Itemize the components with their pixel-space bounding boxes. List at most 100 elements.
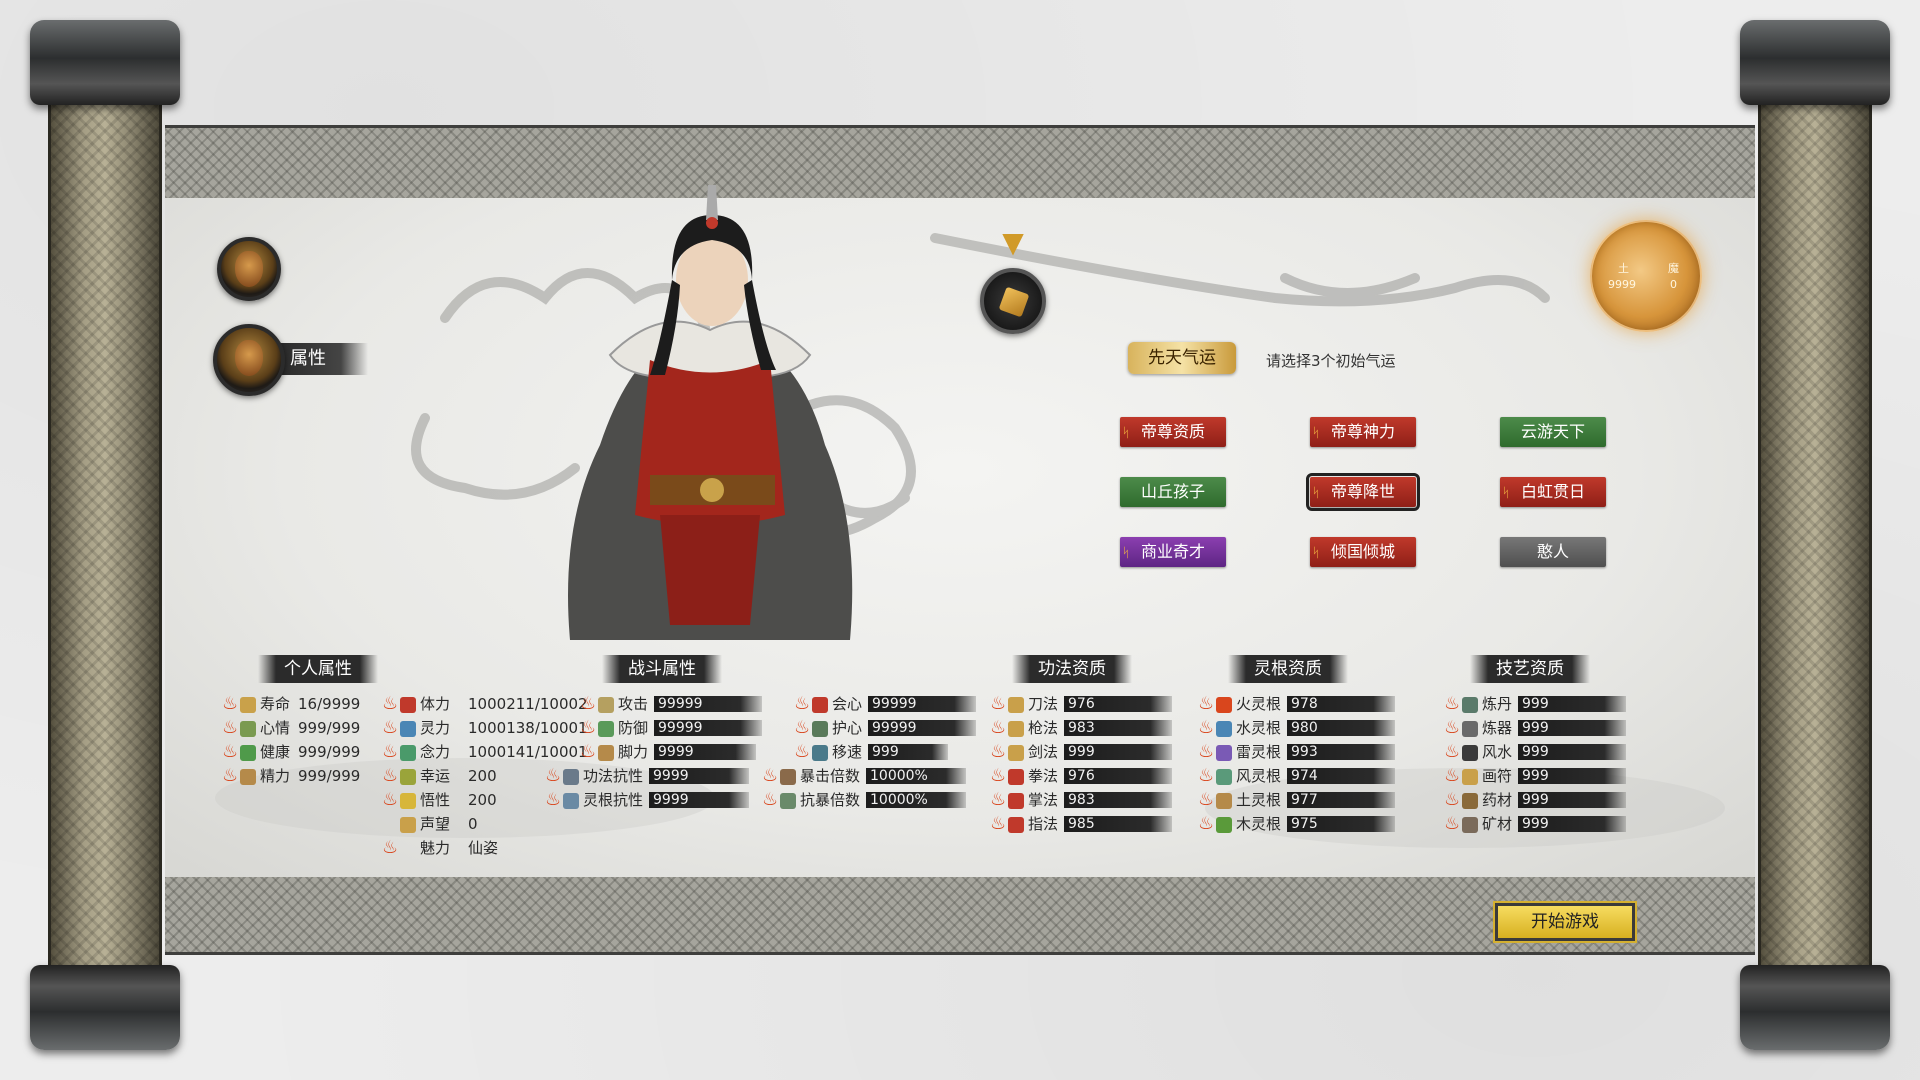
ore-icon bbox=[1462, 816, 1478, 833]
section-title-combat: 战斗属性 bbox=[602, 655, 722, 683]
fire-icon: ♨ bbox=[580, 741, 597, 762]
fire-icon: ♨ bbox=[1444, 717, 1461, 738]
scroll-roller-right bbox=[1740, 20, 1890, 1050]
fire-icon: ♨ bbox=[1198, 789, 1215, 810]
fire-icon: ♨ bbox=[382, 741, 399, 762]
fire-icon: ♨ bbox=[1198, 717, 1215, 738]
spirit-icon bbox=[400, 720, 416, 737]
disc-value-left: 9999 bbox=[1608, 278, 1636, 291]
disc-label-right: 魔 bbox=[1668, 262, 1679, 275]
fortune-option[interactable]: ᛋ 帝尊神力 bbox=[1310, 417, 1416, 447]
cauldron-icon bbox=[1462, 696, 1478, 713]
section-title-skills: 功法资质 bbox=[1012, 655, 1132, 683]
eye-icon bbox=[400, 744, 416, 761]
scroll-roller-left bbox=[30, 20, 180, 1050]
stat-row: ♨ 攻击 99999 bbox=[580, 693, 763, 715]
stat-row: ♨ 精力 999/999 bbox=[222, 765, 361, 786]
fire-icon: ♨ bbox=[222, 693, 239, 714]
fortune-mark-icon: ᛋ bbox=[1312, 486, 1320, 501]
stat-row: ♨ 炼器 999 bbox=[1444, 717, 1627, 739]
fire-icon: ♨ bbox=[990, 717, 1007, 738]
fire-icon: ♨ bbox=[382, 693, 399, 714]
fortune-option[interactable]: ᛋ 帝尊资质 bbox=[1120, 417, 1226, 447]
fire-icon: ♨ bbox=[794, 741, 811, 762]
fire-icon: ♨ bbox=[382, 717, 399, 738]
water-root-icon bbox=[1216, 720, 1232, 737]
fire-icon: ♨ bbox=[222, 741, 239, 762]
fire-icon: ♨ bbox=[990, 813, 1007, 834]
wood-root-icon bbox=[1216, 816, 1232, 833]
fortune-option[interactable]: 山丘孩子 bbox=[1120, 477, 1226, 507]
earth-root-icon bbox=[1216, 792, 1232, 809]
dice-icon bbox=[998, 286, 1030, 318]
sword-icon bbox=[1008, 744, 1024, 761]
stat-row: ♨ 暴击倍数 10000% bbox=[762, 765, 967, 787]
attributes-tab-label: 属性 bbox=[290, 348, 326, 369]
stat-row: ♨ 移速 999 bbox=[794, 741, 949, 763]
fortune-option[interactable]: ᛋ 白虹贯日 bbox=[1500, 477, 1606, 507]
prestige-icon bbox=[400, 816, 416, 833]
shield-icon bbox=[598, 720, 614, 737]
health-icon bbox=[240, 744, 256, 761]
sword-cross-icon bbox=[598, 696, 614, 713]
hammer-icon bbox=[1462, 720, 1478, 737]
random-dice-button[interactable] bbox=[980, 268, 1046, 334]
talisman-icon bbox=[1462, 768, 1478, 785]
heart-icon bbox=[400, 696, 416, 713]
yin-yang-icon bbox=[1462, 744, 1478, 761]
mood-icon bbox=[240, 720, 256, 737]
stat-row: ♨ 灵力 1000138/10001 bbox=[382, 717, 588, 738]
fire-icon: ♨ bbox=[222, 765, 239, 786]
fist-icon bbox=[1008, 768, 1024, 785]
stat-row: ♨ 枪法 983 bbox=[990, 717, 1173, 739]
fire-icon: ♨ bbox=[1444, 813, 1461, 834]
fortune-hint: 请选择3个初始气运 bbox=[1266, 352, 1396, 370]
stat-row: ♨ 水灵根 980 bbox=[1198, 717, 1396, 739]
crit-resist-icon bbox=[780, 792, 796, 809]
attributes-tab[interactable]: 属性 bbox=[278, 343, 368, 375]
lifespan-icon bbox=[240, 696, 256, 713]
chevron-down-icon: ▼ bbox=[1002, 226, 1024, 259]
stat-row: ♨ 风水 999 bbox=[1444, 741, 1627, 763]
fortune-option[interactable]: ᛋ 倾国倾城 bbox=[1310, 537, 1416, 567]
fortune-mark-icon: ᛋ bbox=[1312, 546, 1320, 561]
stat-row: ♨ 健康 999/999 bbox=[222, 741, 361, 762]
section-title-crafts: 技艺资质 bbox=[1470, 655, 1590, 683]
stat-row: ♨ 念力 1000141/10001 bbox=[382, 741, 588, 762]
wind-root-icon bbox=[1216, 768, 1232, 785]
luck-icon bbox=[400, 768, 416, 785]
helmet-icon bbox=[563, 768, 579, 785]
fire-icon: ♨ bbox=[382, 765, 399, 786]
fortune-option[interactable]: ᛋ 商业奇才 bbox=[1120, 537, 1226, 567]
boot-icon bbox=[812, 744, 828, 761]
fire-icon: ♨ bbox=[1444, 765, 1461, 786]
fortune-option[interactable]: 云游天下 bbox=[1500, 417, 1606, 447]
fortune-option[interactable]: 憨人 bbox=[1500, 537, 1606, 567]
stat-row: ♨ 灵根抗性 9999 bbox=[545, 789, 750, 811]
stat-row: ♨ 火灵根 978 bbox=[1198, 693, 1396, 715]
fire-icon: ♨ bbox=[1198, 693, 1215, 714]
portrait-button[interactable] bbox=[217, 237, 281, 301]
helmet-icon bbox=[563, 792, 579, 809]
stat-row: ♨ 护心 99999 bbox=[794, 717, 977, 739]
herb-icon bbox=[1462, 792, 1478, 809]
fortune-option-selected[interactable]: ᛋ 帝尊降世 bbox=[1306, 473, 1420, 511]
fire-icon: ♨ bbox=[990, 789, 1007, 810]
fire-icon: ♨ bbox=[794, 693, 811, 714]
attributes-button[interactable] bbox=[213, 324, 285, 396]
fire-icon: ♨ bbox=[1444, 741, 1461, 762]
fire-icon: ♨ bbox=[382, 789, 399, 810]
character-portrait bbox=[568, 185, 853, 640]
start-game-button[interactable]: 开始游戏 bbox=[1493, 901, 1637, 943]
fire-icon: ♨ bbox=[545, 789, 562, 810]
fire-icon: ♨ bbox=[1198, 813, 1215, 834]
stat-row: ♨ 魅力 仙姿 bbox=[382, 837, 499, 858]
insight-icon bbox=[400, 792, 416, 809]
stat-row: ♨ 寿命 16/9999 bbox=[222, 693, 361, 714]
stat-row: ♨ 土灵根 977 bbox=[1198, 789, 1396, 811]
disc-value-right: 0 bbox=[1670, 278, 1677, 291]
fire-icon: ♨ bbox=[762, 789, 779, 810]
fire-icon: ♨ bbox=[580, 717, 597, 738]
stat-row: ♨ 风灵根 974 bbox=[1198, 765, 1396, 787]
thunder-root-icon bbox=[1216, 744, 1232, 761]
